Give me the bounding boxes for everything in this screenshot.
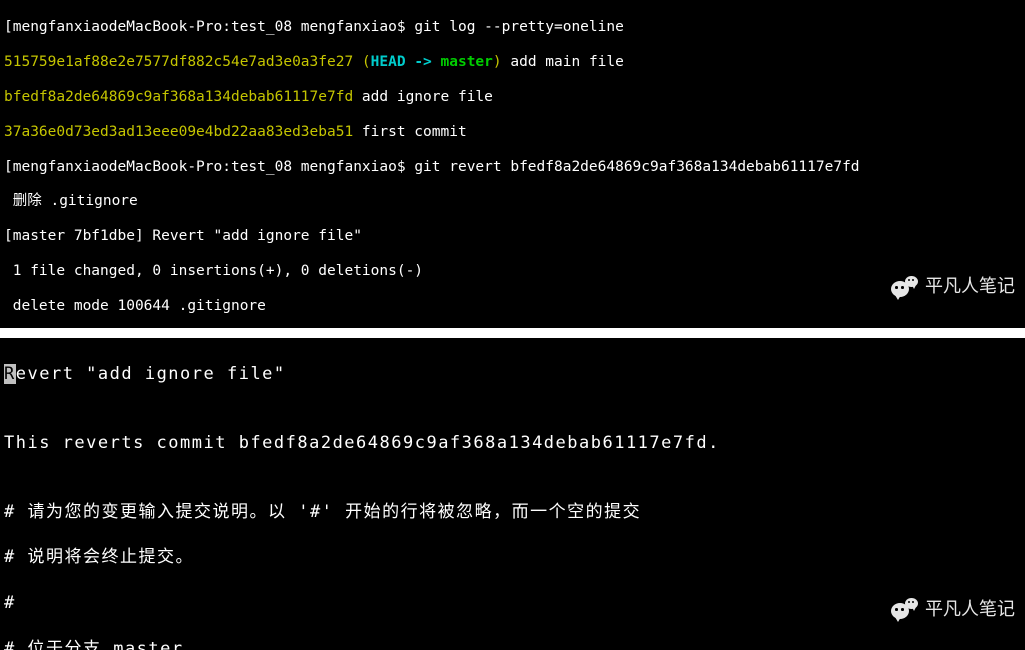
terminal-line: bfedf8a2de64869c9af368a134debab61117e7fd… [4,89,1021,106]
terminal-line: 删除 .gitignore [4,193,1021,210]
paren: ) [493,54,502,70]
watermark: 平凡人笔记 [891,274,1015,300]
commit-hash: bfedf8a2de64869c9af368a134debab61117e7fd [4,89,353,105]
commit-msg: add main file [502,54,624,70]
wechat-icon [891,274,921,300]
terminal-output-1: [mengfanxiaodeMacBook-Pro:test_08 mengfa… [0,0,1025,328]
terminal-line: 515759e1af88e2e7577df882c54e7ad3e0a3fe27… [4,54,1021,71]
terminal-line: [master 7bf1dbe] Revert "add ignore file… [4,228,1021,245]
branch-name: master [441,54,493,70]
paren: ( [353,54,370,70]
command: git log --pretty=oneline [414,19,624,35]
watermark-text: 平凡人笔记 [925,597,1015,621]
terminal-line: [mengfanxiaodeMacBook-Pro:test_08 mengfa… [4,159,1021,176]
cursor: R [4,364,16,384]
editor-line: Revert "add ignore file" [4,363,1021,386]
prompt: [mengfanxiaodeMacBook-Pro:test_08 mengfa… [4,159,414,175]
wechat-icon [891,596,921,622]
watermark-text: 平凡人笔记 [925,276,1015,298]
commit-msg: first commit [353,124,467,140]
editor-line: # 请为您的变更输入提交说明。以 '#' 开始的行将被忽略，而一个空的提交 [4,501,1021,524]
prompt: [mengfanxiaodeMacBook-Pro:test_08 mengfa… [4,19,414,35]
editor-line: # 说明将会终止提交。 [4,546,1021,569]
editor-line: This reverts commit bfedf8a2de64869c9af3… [4,432,1021,455]
terminal-line: 1 file changed, 0 insertions(+), 0 delet… [4,263,1021,280]
editor-line: # 位于分支 master [4,638,1021,650]
commit-msg: add ignore file [353,89,493,105]
watermark: 平凡人笔记 [891,596,1015,622]
commit-hash: 37a36e0d73ed3ad13eee09e4bd22aa83ed3eba51 [4,124,353,140]
terminal-line: [mengfanxiaodeMacBook-Pro:test_08 mengfa… [4,19,1021,36]
editor-text: evert "add ignore file" [16,364,286,384]
editor-line: # [4,592,1021,615]
terminal-line: delete mode 100644 .gitignore [4,298,1021,315]
commit-hash: 515759e1af88e2e7577df882c54e7ad3e0a3fe27 [4,54,353,70]
head-ref: HEAD -> [371,54,441,70]
command: git revert bfedf8a2de64869c9af368a134deb… [414,159,859,175]
editor-output: Revert "add ignore file" This reverts co… [0,338,1025,650]
terminal-line: 37a36e0d73ed3ad13eee09e4bd22aa83ed3eba51… [4,124,1021,141]
